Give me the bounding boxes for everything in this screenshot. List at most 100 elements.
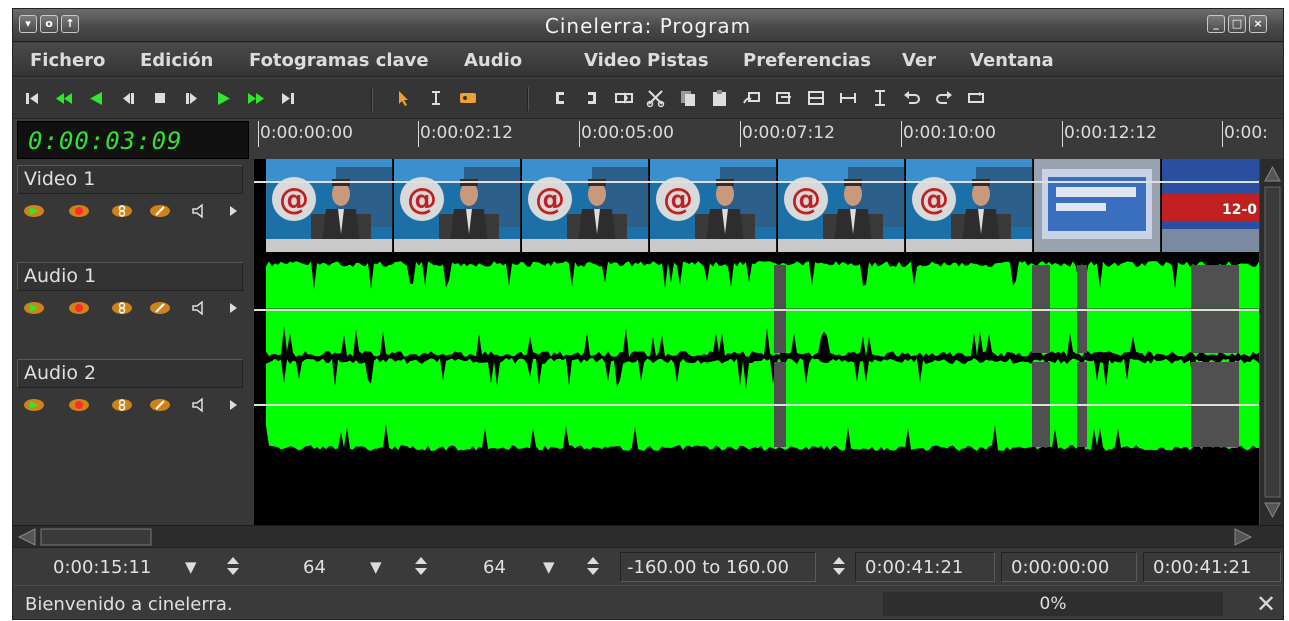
play-reverse-button[interactable] bbox=[85, 87, 107, 109]
gang-icon[interactable] bbox=[111, 203, 133, 219]
svg-text:@: @ bbox=[535, 182, 565, 217]
redo-icon bbox=[936, 91, 952, 104]
svg-text:@: @ bbox=[279, 182, 309, 217]
ruler-tick bbox=[418, 121, 419, 147]
play-icon bbox=[218, 92, 230, 105]
undo-button[interactable] bbox=[901, 87, 923, 109]
record-track-icon[interactable] bbox=[68, 397, 90, 413]
menu-ver[interactable]: Ver bbox=[902, 50, 936, 71]
goto-start-button[interactable] bbox=[21, 87, 43, 109]
mute-icon[interactable] bbox=[189, 203, 211, 219]
progress-text: 0% bbox=[1039, 594, 1067, 614]
horizontal-scrollbar-graphic bbox=[17, 528, 1253, 546]
cut-button[interactable] bbox=[645, 87, 667, 109]
expand-icon[interactable] bbox=[223, 300, 245, 316]
toolbar-separator bbox=[371, 87, 373, 111]
video-thumbnail: @ bbox=[906, 159, 1033, 252]
overwrite-button[interactable] bbox=[741, 87, 763, 109]
draw-icon[interactable] bbox=[149, 300, 171, 316]
track-divider-line bbox=[254, 181, 1259, 183]
amp-zoom-stepper-icon[interactable] bbox=[413, 555, 429, 577]
toggle-label-icon bbox=[875, 90, 885, 106]
menu-audio[interactable]: Audio bbox=[464, 50, 522, 71]
toggle-label-button[interactable] bbox=[869, 87, 891, 109]
label-mode-button[interactable] bbox=[457, 87, 479, 109]
goto-start-icon bbox=[26, 93, 38, 104]
video-thumbnail: 12-0 bbox=[1162, 159, 1259, 252]
mute-icon[interactable] bbox=[189, 397, 211, 413]
mute-icon[interactable] bbox=[189, 300, 211, 316]
loop-button[interactable] bbox=[965, 87, 987, 109]
track-title-video-1[interactable]: Video 1 bbox=[17, 165, 243, 194]
play-button[interactable] bbox=[213, 87, 235, 109]
track-zoom-dropdown-icon[interactable]: ▼ bbox=[543, 558, 555, 576]
goto-end-icon bbox=[282, 93, 294, 104]
menu-preferencias[interactable]: Preferencias bbox=[743, 50, 871, 71]
redo-button[interactable] bbox=[933, 87, 955, 109]
svg-text:@: @ bbox=[663, 182, 693, 217]
track-title-audio-2[interactable]: Audio 2 bbox=[17, 359, 243, 388]
draw-icon[interactable] bbox=[149, 397, 171, 413]
play-track-icon[interactable] bbox=[23, 203, 45, 219]
cancel-progress-icon[interactable]: ✕ bbox=[1256, 590, 1276, 618]
track-title-audio-1[interactable]: Audio 1 bbox=[17, 262, 243, 291]
fast-forward-button[interactable] bbox=[245, 87, 267, 109]
track-zoom-stepper-icon[interactable] bbox=[585, 555, 601, 577]
selection-end: 0:00:41:21 bbox=[1153, 557, 1252, 578]
play-track-icon[interactable] bbox=[23, 300, 45, 316]
menu-fotogramas-clave[interactable]: Fotogramas clave bbox=[249, 50, 429, 71]
lift-button[interactable] bbox=[773, 87, 795, 109]
scroll-up-arrow-icon bbox=[1264, 165, 1281, 182]
timeline-ruler[interactable]: 0:00:00:00 0:00:02:12 0:00:05:00 0:00:07… bbox=[250, 121, 1283, 159]
frame-forward-button[interactable] bbox=[181, 87, 203, 109]
vertical-scrollbar-graphic bbox=[1264, 165, 1281, 519]
timeline-canvas[interactable]: @ @ @ @ @ @12-0 bbox=[254, 159, 1259, 525]
status-message: Bienvenido a cinelerra. bbox=[25, 594, 233, 615]
in-point-button[interactable] bbox=[549, 87, 571, 109]
expand-icon[interactable] bbox=[223, 203, 245, 219]
extract-button[interactable] bbox=[805, 87, 827, 109]
overwrite-icon bbox=[743, 92, 760, 104]
close-button[interactable]: × bbox=[1249, 15, 1267, 33]
minimize-button[interactable]: _ bbox=[1207, 15, 1225, 33]
amp-zoom-dropdown-icon[interactable]: ▼ bbox=[370, 558, 382, 576]
record-track-icon[interactable] bbox=[68, 300, 90, 316]
menu-video[interactable]: Video bbox=[584, 50, 641, 71]
ibeam-mode-button[interactable] bbox=[425, 87, 447, 109]
menu-edicion[interactable]: Edición bbox=[140, 50, 213, 71]
menu-ventana[interactable]: Ventana bbox=[970, 50, 1054, 71]
vertical-scrollbar[interactable] bbox=[1260, 159, 1283, 525]
svg-text:@: @ bbox=[919, 182, 949, 217]
in-point-icon bbox=[556, 92, 564, 104]
sample-zoom-stepper-icon[interactable] bbox=[225, 555, 241, 577]
draw-icon[interactable] bbox=[149, 203, 171, 219]
sample-zoom-dropdown-icon[interactable]: ▼ bbox=[185, 558, 197, 576]
label-mode-icon bbox=[460, 93, 476, 103]
fast-rewind-button[interactable] bbox=[53, 87, 75, 109]
gang-icon[interactable] bbox=[111, 300, 133, 316]
gang-icon[interactable] bbox=[111, 397, 133, 413]
automation-range-stepper-icon[interactable] bbox=[831, 555, 847, 577]
menu-pistas[interactable]: Pistas bbox=[647, 50, 709, 71]
scroll-down-arrow-icon bbox=[1264, 502, 1281, 519]
svg-text:@: @ bbox=[407, 182, 437, 217]
splice-button[interactable] bbox=[613, 87, 635, 109]
out-point-button[interactable] bbox=[581, 87, 603, 109]
frame-back-button[interactable] bbox=[117, 87, 139, 109]
loop-icon bbox=[968, 92, 984, 103]
record-track-icon[interactable] bbox=[68, 203, 90, 219]
arrow-mode-button[interactable] bbox=[393, 87, 415, 109]
copy-button[interactable] bbox=[677, 87, 699, 109]
menu-fichero[interactable]: Fichero bbox=[30, 50, 105, 71]
undo-icon bbox=[904, 91, 920, 104]
fit-button[interactable] bbox=[837, 87, 859, 109]
maximize-button[interactable]: □ bbox=[1228, 15, 1246, 33]
horizontal-scroll-thumb bbox=[40, 528, 152, 546]
goto-end-button[interactable] bbox=[277, 87, 299, 109]
amp-zoom-value: 64 bbox=[303, 557, 326, 578]
paste-button[interactable] bbox=[709, 87, 731, 109]
expand-icon[interactable] bbox=[223, 397, 245, 413]
play-track-icon[interactable] bbox=[23, 397, 45, 413]
stop-button[interactable] bbox=[149, 87, 171, 109]
horizontal-scrollbar[interactable] bbox=[13, 525, 1283, 547]
